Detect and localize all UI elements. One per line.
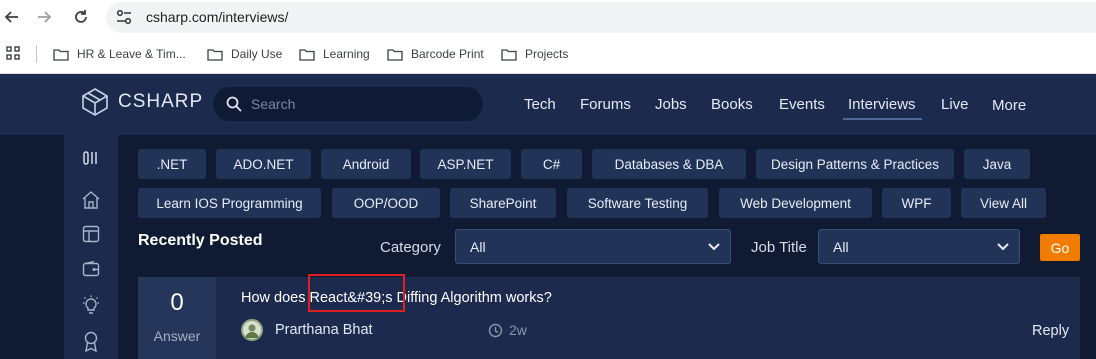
category-select[interactable]: All bbox=[455, 229, 731, 264]
bookmarks-bar: HR & Leave & Tim... Daily Use Learning B… bbox=[0, 35, 1096, 74]
category-label: Category bbox=[380, 239, 441, 256]
category-chip[interactable]: C# bbox=[521, 149, 582, 179]
wallet-icon[interactable] bbox=[80, 258, 102, 280]
folder-icon bbox=[299, 48, 315, 61]
nav-interviews[interactable]: Interviews bbox=[848, 96, 916, 113]
job-title-select[interactable]: All bbox=[818, 229, 1020, 264]
logo-text: CSHARP bbox=[118, 91, 204, 112]
category-chip[interactable]: ASP.NET bbox=[420, 149, 511, 179]
bookmark-label: HR & Leave & Tim... bbox=[77, 47, 186, 61]
section-title: Recently Posted bbox=[138, 232, 263, 249]
home-icon[interactable] bbox=[80, 189, 102, 211]
category-chip[interactable]: View All bbox=[961, 188, 1046, 218]
clock-icon bbox=[488, 323, 503, 338]
bookmark-barcode-print[interactable]: Barcode Print bbox=[387, 45, 484, 63]
nav-tech[interactable]: Tech bbox=[524, 96, 556, 113]
folder-icon bbox=[53, 48, 69, 61]
nav-forums[interactable]: Forums bbox=[580, 96, 631, 113]
site-search[interactable] bbox=[213, 87, 483, 121]
category-chip[interactable]: .NET bbox=[138, 149, 206, 179]
site-info-icon[interactable] bbox=[114, 7, 134, 27]
active-nav-indicator bbox=[843, 118, 922, 120]
answer-count-box: 0 Answer bbox=[138, 277, 216, 359]
bookmark-label: Barcode Print bbox=[411, 47, 484, 61]
category-chip[interactable]: WPF bbox=[882, 188, 951, 218]
nav-events[interactable]: Events bbox=[779, 96, 825, 113]
post-card: 0 Answer How does React&#39;s Diffing Al… bbox=[138, 277, 1080, 359]
bookmarks-divider bbox=[36, 45, 37, 63]
url-text[interactable]: csharp.com/interviews/ bbox=[146, 9, 288, 25]
reload-icon[interactable] bbox=[69, 5, 93, 29]
category-chip[interactable]: Design Patterns & Practices bbox=[756, 149, 954, 179]
apps-grid-icon[interactable] bbox=[6, 46, 20, 60]
site-header: CSHARP Tech Forums Jobs Books Events Int… bbox=[0, 74, 1096, 135]
bookmark-label: Learning bbox=[323, 47, 370, 61]
category-chip[interactable]: Java bbox=[964, 149, 1030, 179]
nav-jobs[interactable]: Jobs bbox=[655, 96, 687, 113]
category-chip[interactable]: Android bbox=[321, 149, 411, 179]
category-chip[interactable]: Web Development bbox=[719, 188, 872, 218]
bookmark-daily-use[interactable]: Daily Use bbox=[207, 45, 282, 63]
category-chip[interactable]: ADO.NET bbox=[216, 149, 311, 179]
lightbulb-icon[interactable] bbox=[80, 294, 102, 316]
job-title-select-value: All bbox=[833, 239, 849, 255]
logo-icon bbox=[82, 88, 108, 116]
job-title-label: Job Title bbox=[751, 239, 807, 256]
avatar[interactable] bbox=[241, 319, 263, 341]
category-chip[interactable]: Software Testing bbox=[567, 188, 708, 218]
bookmark-label: Projects bbox=[525, 47, 569, 61]
category-select-value: All bbox=[470, 239, 486, 255]
author-name[interactable]: Prarthana Bhat bbox=[275, 322, 373, 338]
category-chip[interactable]: OOP/OOD bbox=[332, 188, 440, 218]
forward-icon[interactable] bbox=[32, 5, 56, 29]
award-icon[interactable] bbox=[80, 331, 102, 353]
nav-more[interactable]: More bbox=[992, 97, 1026, 114]
bookmark-label: Daily Use bbox=[231, 47, 283, 61]
category-chip[interactable]: Databases & DBA bbox=[592, 149, 746, 179]
chevron-down-icon bbox=[997, 243, 1009, 251]
reply-link[interactable]: Reply bbox=[1032, 323, 1069, 339]
highlight-box bbox=[308, 274, 405, 312]
search-icon bbox=[226, 96, 242, 112]
sidebar-toggle-icon[interactable] bbox=[80, 147, 102, 169]
answer-count: 0 bbox=[170, 289, 184, 316]
folder-icon bbox=[501, 48, 517, 61]
post-time: 2w bbox=[509, 322, 527, 338]
search-input[interactable] bbox=[251, 94, 466, 114]
nav-live[interactable]: Live bbox=[941, 96, 969, 113]
chevron-down-icon bbox=[708, 243, 720, 251]
back-icon[interactable] bbox=[0, 5, 24, 29]
nav-books[interactable]: Books bbox=[711, 96, 753, 113]
bookmark-projects[interactable]: Projects bbox=[501, 45, 568, 63]
folder-icon bbox=[387, 48, 403, 61]
answer-label: Answer bbox=[153, 328, 201, 344]
category-chip[interactable]: Learn IOS Programming bbox=[138, 188, 321, 218]
go-button[interactable]: Go bbox=[1040, 234, 1080, 261]
layout-icon[interactable] bbox=[80, 223, 102, 245]
site-logo[interactable]: CSHARP bbox=[80, 87, 203, 117]
bookmark-hr-leave[interactable]: HR & Leave & Tim... bbox=[53, 45, 186, 63]
left-rail bbox=[64, 135, 118, 359]
category-chip[interactable]: SharePoint bbox=[450, 188, 556, 218]
folder-icon bbox=[207, 48, 223, 61]
bookmark-learning[interactable]: Learning bbox=[299, 45, 370, 63]
browser-toolbar: csharp.com/interviews/ bbox=[0, 0, 1096, 35]
